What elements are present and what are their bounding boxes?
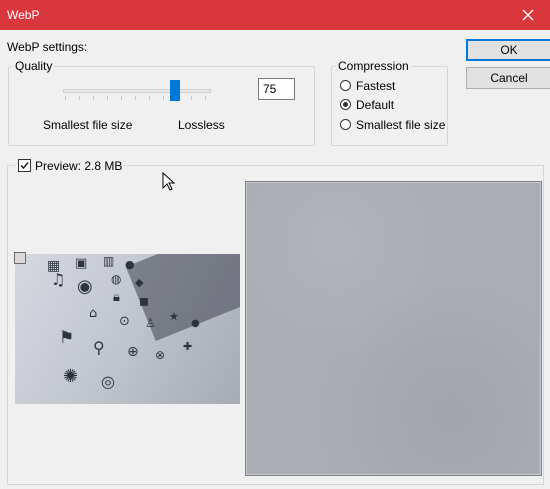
close-button[interactable] [506,0,550,30]
webp-preview-image [245,181,542,476]
quality-max-label: Lossless [178,118,225,132]
ok-button-label: OK [500,43,518,57]
window-title: WebP [7,8,40,22]
checkmark-icon [20,162,29,170]
quality-slider-thumb[interactable] [170,80,180,101]
radio-smallest-file-size-label[interactable]: Smallest file size [356,118,445,132]
preview-checkbox[interactable] [18,159,31,172]
cancel-button-label: Cancel [490,71,528,85]
quality-group: Quality [8,59,315,146]
mouse-cursor-icon [162,172,176,191]
settings-label: WebP settings: [7,40,88,54]
quality-value-input[interactable] [258,78,295,100]
close-icon [522,9,534,21]
title-bar: WebP [0,0,550,30]
radio-fastest[interactable] [340,80,351,91]
quality-min-label: Smallest file size [43,118,133,132]
cancel-button[interactable]: Cancel [466,67,550,89]
radio-default-label[interactable]: Default [356,98,394,112]
radio-default[interactable] [340,99,351,110]
ok-button[interactable]: OK [466,39,550,61]
quality-group-label: Quality [15,59,53,73]
radio-smallest-file-size[interactable] [340,119,351,130]
quality-slider-track[interactable] [63,89,211,93]
source-thumbnail-image[interactable]: ▦ ▣ ▥ ● ♫ ◉ ◍ ◆ 🔒︎ ◼ ⌂ ⊙ ♙ ★ ● ⚑ ⚲ ⊕ ⊗ ✚… [15,254,240,404]
compression-group-label: Compression [338,59,409,73]
radio-fastest-label[interactable]: Fastest [356,79,395,93]
preview-label[interactable]: Preview: 2.8 MB [35,159,122,173]
thumbnail-toggle-checkbox[interactable] [14,252,26,264]
